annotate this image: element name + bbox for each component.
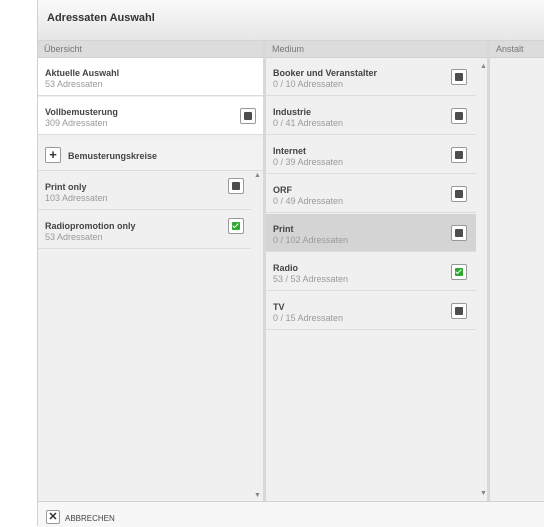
medium-print-checkbox[interactable]: [451, 225, 467, 241]
close-icon: ✕: [46, 510, 60, 524]
medium-item-title: Industrie: [273, 107, 312, 117]
medium-item-booker[interactable]: Booker und Veranstalter 0 / 10 Adressate…: [266, 58, 476, 96]
medium-booker-checkbox[interactable]: [451, 69, 467, 85]
medium-item-radio[interactable]: Radio 53 / 53 Adressaten: [266, 253, 476, 291]
medium-internet-checkbox[interactable]: [451, 147, 467, 163]
dialog-footer: ✕ ABBRECHEN: [38, 501, 544, 527]
medium-orf-checkbox[interactable]: [451, 186, 467, 202]
list-item-count: 103 Adressaten: [45, 193, 108, 203]
medium-item-orf[interactable]: ORF 0 / 49 Adressaten: [266, 175, 476, 213]
column-header-overview: Übersicht: [38, 41, 263, 58]
radiopromotion-only-checkbox[interactable]: [228, 218, 244, 234]
medium-item-title: ORF: [273, 185, 292, 195]
cancel-label: ABBRECHEN: [65, 514, 115, 523]
current-selection-count: 53 Adressaten: [45, 79, 103, 89]
dialog-title: Adressaten Auswahl: [47, 12, 155, 24]
add-sampling-circle-label: Bemusterungskreise: [68, 151, 158, 161]
medium-item-count: 0 / 15 Adressaten: [273, 313, 344, 323]
medium-item-title: Internet: [273, 146, 307, 156]
plus-icon: +: [45, 147, 61, 163]
list-item-radiopromotion-only[interactable]: Radiopromotion only 53 Adressaten: [38, 211, 251, 249]
dialog: Adressaten Auswahl Übersicht Medium Anst…: [37, 0, 544, 527]
medium-tv-checkbox[interactable]: [451, 303, 467, 319]
list-item-title: Print only: [45, 182, 87, 192]
medium-item-count: 0 / 39 Adressaten: [273, 157, 344, 167]
full-sampling-checkbox[interactable]: [240, 108, 256, 124]
medium-item-title: Booker und Veranstalter: [273, 68, 378, 78]
column-header-institution: Anstalt: [490, 41, 544, 58]
full-sampling-title: Vollbemusterung: [45, 107, 118, 117]
list-item-title: Radiopromotion only: [45, 221, 136, 231]
medium-item-count: 0 / 49 Adressaten: [273, 196, 344, 206]
current-selection[interactable]: Aktuelle Auswahl 53 Adressaten: [38, 58, 263, 96]
medium-item-count: 0 / 10 Adressaten: [273, 79, 344, 89]
list-item-print-only[interactable]: Print only 103 Adressaten: [38, 172, 251, 210]
medium-column: Booker und Veranstalter 0 / 10 Adressate…: [266, 58, 487, 500]
medium-item-internet[interactable]: Internet 0 / 39 Adressaten: [266, 136, 476, 174]
scroll-down-arrow[interactable]: ▼: [254, 492, 261, 499]
list-item-count: 53 Adressaten: [45, 232, 103, 242]
scroll-up-arrow[interactable]: ▲: [254, 172, 261, 179]
institution-column: [490, 58, 544, 500]
medium-radio-checkbox[interactable]: [451, 264, 467, 280]
medium-item-count: 0 / 41 Adressaten: [273, 118, 344, 128]
medium-item-title: Print: [273, 224, 294, 234]
full-sampling-count: 309 Adressaten: [45, 118, 108, 128]
scroll-down-arrow[interactable]: ▼: [480, 490, 487, 497]
print-only-checkbox[interactable]: [228, 178, 244, 194]
overview-column: Aktuelle Auswahl 53 Adressaten Vollbemus…: [38, 58, 263, 500]
medium-item-tv[interactable]: TV 0 / 15 Adressaten: [266, 292, 476, 330]
medium-item-count: 53 / 53 Adressaten: [273, 274, 349, 284]
dialog-title-bar: Adressaten Auswahl: [38, 0, 544, 41]
add-sampling-circle-button[interactable]: + Bemusterungskreise: [38, 139, 263, 171]
column-header-medium: Medium: [266, 41, 487, 58]
medium-item-count: 0 / 102 Adressaten: [273, 235, 349, 245]
scroll-up-arrow[interactable]: ▲: [480, 63, 487, 70]
medium-item-print[interactable]: Print 0 / 102 Adressaten: [266, 214, 476, 252]
medium-industrie-checkbox[interactable]: [451, 108, 467, 124]
full-sampling-item[interactable]: Vollbemusterung 309 Adressaten: [38, 97, 263, 135]
cancel-button[interactable]: ✕ ABBRECHEN: [38, 502, 148, 527]
current-selection-title: Aktuelle Auswahl: [45, 68, 120, 78]
medium-item-title: TV: [273, 302, 285, 312]
medium-item-title: Radio: [273, 263, 299, 273]
medium-item-industrie[interactable]: Industrie 0 / 41 Adressaten: [266, 97, 476, 135]
